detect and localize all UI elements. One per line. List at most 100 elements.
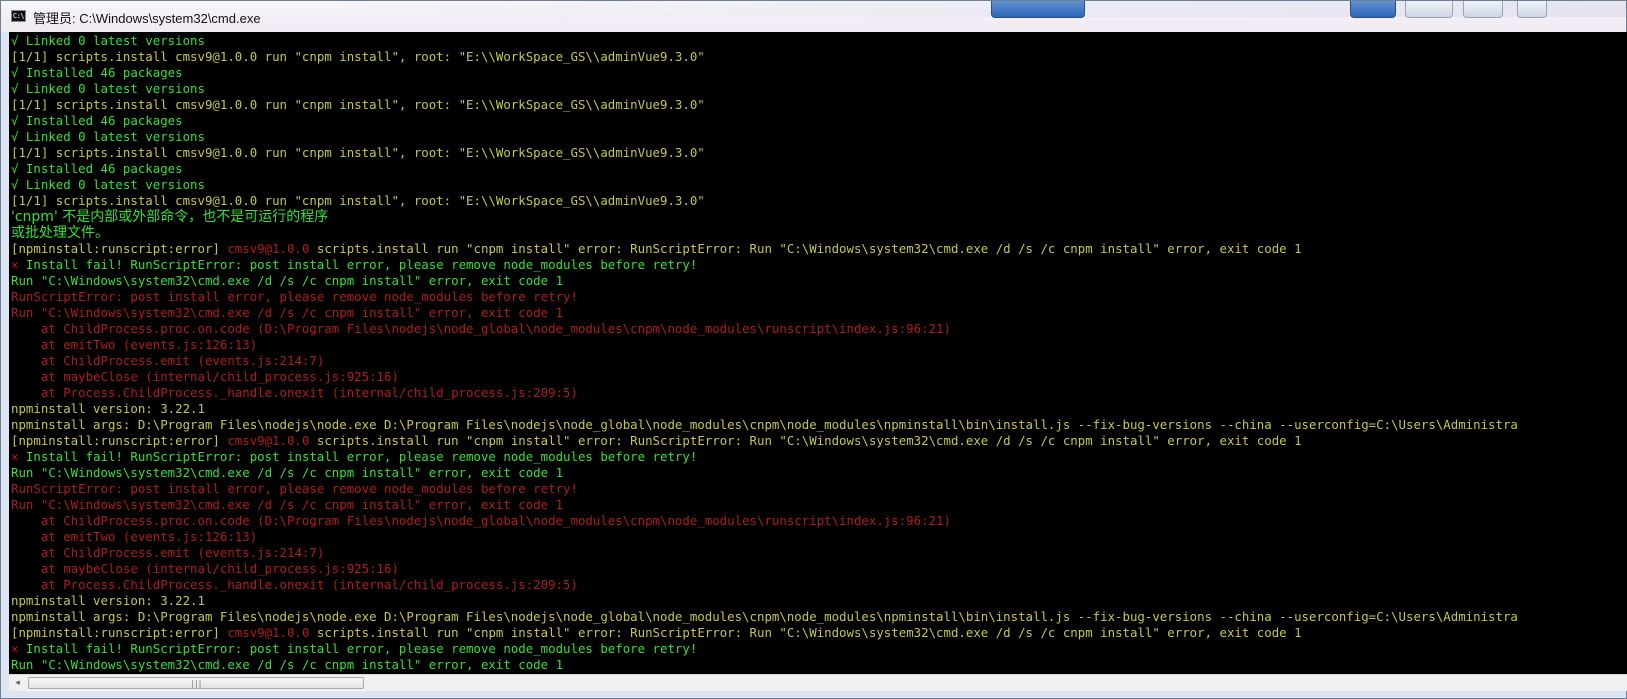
console-line: at maybeClose (internal/child_process.js… <box>11 561 1518 577</box>
console-line-text: √ Linked 0 latest versions <box>11 129 205 144</box>
console-line: at maybeClose (internal/child_process.js… <box>11 369 1518 385</box>
window-bottom-frame <box>1 691 1626 698</box>
scroll-left-arrow-icon[interactable]: ◂ <box>9 675 26 691</box>
console-lines: √ Linked 0 latest versions [1/1] scripts.… <box>11 33 1518 673</box>
package-name: cmsv9@1.0.0 <box>227 433 310 448</box>
console-line-text: at ChildProcess.emit (events.js:214:7) <box>11 545 325 560</box>
console-line-text: at ChildProcess.proc.on.code (D:\Program… <box>11 513 951 528</box>
console-line: Run "C:\Windows\system32\cmd.exe /d /s /… <box>11 273 1518 289</box>
console-line: √ Installed 46 packages <box>11 65 1518 81</box>
console-line: at ChildProcess.emit (events.js:214:7) <box>11 353 1518 369</box>
console-line: at ChildProcess.proc.on.code (D:\Program… <box>11 513 1518 529</box>
console-line: [1/1] scripts.install cmsv9@1.0.0 run "c… <box>11 49 1518 65</box>
console-line: [npminstall:runscript:error] cmsv9@1.0.0… <box>11 241 1518 257</box>
console-line: 'cnpm' 不是内部或外部命令，也不是可运行的程序 <box>11 209 1518 225</box>
console-line: 或批处理文件。 <box>11 225 1518 241</box>
console-line: [npminstall:runscript:error] cmsv9@1.0.0… <box>11 625 1518 641</box>
console-line-text: √ Linked 0 latest versions <box>11 33 205 48</box>
console-line-text: [1/1] scripts.install cmsv9@1.0.0 run "c… <box>11 49 705 64</box>
error-message: scripts.install run "cnpm install" error… <box>309 241 1302 256</box>
error-prefix: [npminstall:runscript:error] <box>11 433 228 448</box>
console-line: × Install fail! RunScriptError: post ins… <box>11 641 1518 657</box>
console-line-text: at emitTwo (events.js:126:13) <box>11 337 258 352</box>
console-line-text: RunScriptError: post install error, plea… <box>11 289 578 304</box>
error-message: scripts.install run "cnpm install" error… <box>309 625 1302 640</box>
console-line: RunScriptError: post install error, plea… <box>11 481 1518 497</box>
console-line-text: at maybeClose (internal/child_process.js… <box>11 369 399 384</box>
console-line: [1/1] scripts.install cmsv9@1.0.0 run "c… <box>11 97 1518 113</box>
console-line: × Install fail! RunScriptError: post ins… <box>11 257 1518 273</box>
console-line-text: npminstall version: 3.22.1 <box>11 401 205 416</box>
console-line: npminstall version: 3.22.1 <box>11 401 1518 417</box>
console-line: × Install fail! RunScriptError: post ins… <box>11 449 1518 465</box>
package-name: cmsv9@1.0.0 <box>227 241 310 256</box>
console-line: at emitTwo (events.js:126:13) <box>11 337 1518 353</box>
scroll-thumb[interactable]: ||| <box>28 677 364 689</box>
console-line: RunScriptError: post install error, plea… <box>11 289 1518 305</box>
console-line: √ Installed 46 packages <box>11 161 1518 177</box>
console-line: npminstall version: 3.22.1 <box>11 593 1518 609</box>
console-line: √ Linked 0 latest versions <box>11 129 1518 145</box>
background-window-close-button <box>1350 1 1396 18</box>
console-line: at Process.ChildProcess._handle.onexit (… <box>11 385 1518 401</box>
console-line: at ChildProcess.emit (events.js:214:7) <box>11 545 1518 561</box>
console-line-text: RunScriptError: post install error, plea… <box>11 481 578 496</box>
console-line: √ Linked 0 latest versions <box>11 81 1518 97</box>
console-line: npminstall args: D:\Program Files\nodejs… <box>11 417 1518 433</box>
fail-message: Install fail! RunScriptError: post insta… <box>18 449 698 464</box>
console-line-text: at ChildProcess.proc.on.code (D:\Program… <box>11 321 951 336</box>
console-line-text: √ Linked 0 latest versions <box>11 81 205 96</box>
console-output[interactable]: √ Linked 0 latest versions [1/1] scripts.… <box>9 32 1627 674</box>
console-line: at ChildProcess.proc.on.code (D:\Program… <box>11 321 1518 337</box>
console-line-text: Run "C:\Windows\system32\cmd.exe /d /s /… <box>11 497 564 512</box>
console-line-text: at maybeClose (internal/child_process.js… <box>11 561 399 576</box>
console-line-text: 或批处理文件。 <box>11 225 109 241</box>
console-line: Run "C:\Windows\system32\cmd.exe /d /s /… <box>11 465 1518 481</box>
background-window-button-4 <box>1517 1 1547 18</box>
console-line: Run "C:\Windows\system32\cmd.exe /d /s /… <box>11 657 1518 673</box>
title-bar[interactable]: C:\ 管理员: C:\Windows\system32\cmd.exe <box>1 1 1626 32</box>
console-line: at Process.ChildProcess._handle.onexit (… <box>11 577 1518 593</box>
horizontal-scrollbar[interactable]: ◂ ||| <box>9 674 1627 691</box>
console-line-text: [1/1] scripts.install cmsv9@1.0.0 run "c… <box>11 145 705 160</box>
console-line: [1/1] scripts.install cmsv9@1.0.0 run "c… <box>11 145 1518 161</box>
console-line-text: at emitTwo (events.js:126:13) <box>11 529 258 544</box>
window-title: 管理员: C:\Windows\system32\cmd.exe <box>33 11 261 26</box>
console-line: at emitTwo (events.js:126:13) <box>11 529 1518 545</box>
cmd-app-icon[interactable]: C:\ <box>11 10 26 22</box>
fail-message: Install fail! RunScriptError: post insta… <box>18 641 698 656</box>
console-line-text: at ChildProcess.emit (events.js:214:7) <box>11 353 325 368</box>
console-line: [1/1] scripts.install cmsv9@1.0.0 run "c… <box>11 193 1518 209</box>
console-line-text: at Process.ChildProcess._handle.onexit (… <box>11 577 578 592</box>
console-line: √ Linked 0 latest versions <box>11 33 1518 49</box>
console-line-text: √ Installed 46 packages <box>11 65 183 80</box>
package-name: cmsv9@1.0.0 <box>227 625 310 640</box>
error-message: scripts.install run "cnpm install" error… <box>309 433 1302 448</box>
console-line-text: npminstall version: 3.22.1 <box>11 593 205 608</box>
console-line: √ Installed 46 packages <box>11 113 1518 129</box>
error-prefix: [npminstall:runscript:error] <box>11 241 228 256</box>
console-line: [npminstall:runscript:error] cmsv9@1.0.0… <box>11 433 1518 449</box>
console-line-text: Run "C:\Windows\system32\cmd.exe /d /s /… <box>11 305 564 320</box>
scroll-grip-icon: ||| <box>190 679 202 688</box>
console-line-text: npminstall args: D:\Program Files\nodejs… <box>11 609 1518 624</box>
console-line-text: Run "C:\Windows\system32\cmd.exe /d /s /… <box>11 465 564 480</box>
cmd-window: C:\ 管理员: C:\Windows\system32\cmd.exe √ L… <box>0 0 1627 699</box>
console-line-text: at Process.ChildProcess._handle.onexit (… <box>11 385 578 400</box>
console-line-text: Run "C:\Windows\system32\cmd.exe /d /s /… <box>11 273 564 288</box>
console-line-text: npminstall args: D:\Program Files\nodejs… <box>11 417 1518 432</box>
background-window-button-3 <box>1463 1 1503 18</box>
console-line: √ Linked 0 latest versions <box>11 177 1518 193</box>
console-line: Run "C:\Windows\system32\cmd.exe /d /s /… <box>11 497 1518 513</box>
console-line-text: √ Linked 0 latest versions <box>11 177 205 192</box>
background-window-button-2 <box>1405 1 1453 18</box>
console-line: Run "C:\Windows\system32\cmd.exe /d /s /… <box>11 305 1518 321</box>
console-line-text: [1/1] scripts.install cmsv9@1.0.0 run "c… <box>11 97 705 112</box>
console-line-text: Run "C:\Windows\system32\cmd.exe /d /s /… <box>11 657 564 672</box>
fail-message: Install fail! RunScriptError: post insta… <box>18 257 698 272</box>
background-window-button <box>991 1 1085 18</box>
console-line-text: 'cnpm' 不是内部或外部命令，也不是可运行的程序 <box>11 209 329 225</box>
console-line-text: [1/1] scripts.install cmsv9@1.0.0 run "c… <box>11 193 705 208</box>
error-prefix: [npminstall:runscript:error] <box>11 625 228 640</box>
console-line-text: √ Installed 46 packages <box>11 161 183 176</box>
